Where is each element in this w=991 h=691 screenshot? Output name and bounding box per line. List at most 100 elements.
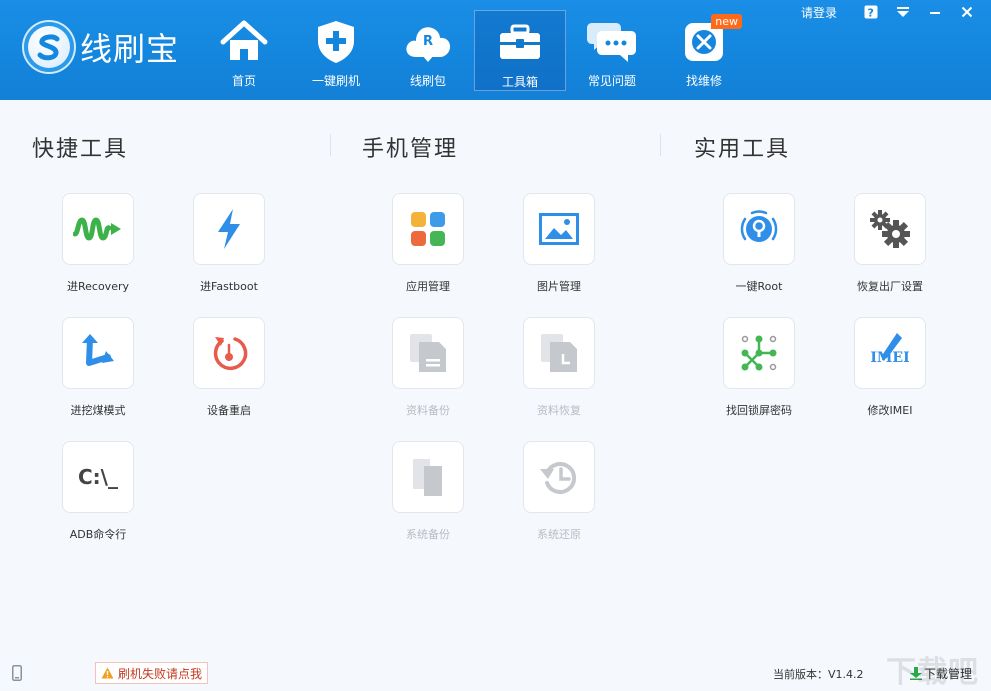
- nav-flash-package-label: 线刷包: [409, 74, 446, 88]
- nav-faq-label: 常见问题: [587, 74, 636, 88]
- tool-system-backup: 系统备份: [373, 441, 483, 551]
- nav-toolbox[interactable]: 工具箱: [474, 10, 566, 91]
- window-topbar: 请登录 ?: [801, 3, 983, 21]
- tool-box: [723, 317, 795, 389]
- image-icon: [539, 213, 579, 245]
- tool-recover-lock-password[interactable]: 找回锁屏密码: [704, 317, 814, 427]
- gears-icon: [870, 210, 910, 248]
- pattern-lock-icon: [741, 335, 777, 371]
- nav-find-repair-label: 找维修: [685, 74, 722, 88]
- lightning-icon: [218, 209, 240, 249]
- minimize-button[interactable]: [919, 3, 951, 21]
- tool-label: 进Recovery: [66, 280, 129, 293]
- tool-box: [193, 317, 265, 389]
- tool-label: 资料恢复: [537, 404, 581, 417]
- tool-enter-download-mode[interactable]: 进挖煤模式: [43, 317, 153, 427]
- tool-label: 修改IMEI: [867, 404, 913, 417]
- tool-enter-fastboot[interactable]: 进Fastboot: [174, 193, 284, 303]
- tool-box: [62, 193, 134, 265]
- tool-label: 系统备份: [406, 528, 450, 541]
- flash-fail-help-label: 刷机失败请点我: [118, 666, 203, 681]
- tool-label: ADB命令行: [69, 528, 127, 541]
- svg-text:R: R: [423, 34, 433, 49]
- help-button[interactable]: ?: [855, 3, 887, 21]
- tool-box: [523, 317, 595, 389]
- app-name: 线刷宝: [80, 30, 180, 68]
- tool-box: [523, 193, 595, 265]
- toolbox-icon: [494, 19, 546, 67]
- tool-label: 系统还原: [537, 528, 581, 541]
- tool-label: 进挖煤模式: [70, 404, 126, 417]
- tool-box: [854, 193, 926, 265]
- tool-factory-reset[interactable]: 恢复出厂设置: [835, 193, 945, 303]
- chat-bubbles-icon: [586, 18, 638, 66]
- nav-faq[interactable]: 常见问题: [566, 10, 658, 91]
- login-link[interactable]: 请登录: [801, 4, 837, 21]
- tool-label: 图片管理: [537, 280, 581, 293]
- tool-label: 一键Root: [735, 280, 783, 293]
- app-grid-icon: [411, 212, 445, 246]
- document-copy-icon: [410, 334, 446, 372]
- tool-data-restore: 资料恢复: [504, 317, 614, 427]
- pen-icon: [882, 333, 902, 360]
- menu-button[interactable]: [887, 3, 919, 21]
- new-badge: new: [711, 14, 742, 29]
- svg-text:?: ?: [868, 7, 874, 20]
- nav-one-click-flash-label: 一键刷机: [311, 74, 360, 88]
- tool-adb-command-line[interactable]: C:\_ ADB命令行: [43, 441, 153, 551]
- app-logo: 线刷宝: [24, 22, 179, 72]
- version-label: 当前版本：V1.4.2: [773, 668, 864, 681]
- section-title-quick-tools: 快捷工具: [32, 137, 129, 162]
- nav-home[interactable]: 首页: [198, 10, 290, 91]
- download-mode-arrow-icon: [82, 334, 114, 366]
- history-icon: [540, 462, 576, 494]
- system-copy-icon: [413, 459, 442, 496]
- tool-box: [193, 193, 265, 265]
- terminal-prompt-icon: C:\_: [78, 465, 118, 489]
- tool-photo-management[interactable]: 图片管理: [504, 193, 614, 303]
- tool-device-restart[interactable]: 设备重启: [174, 317, 284, 427]
- document-clock-icon: [541, 334, 577, 372]
- tool-one-click-root[interactable]: 一键Root: [704, 193, 814, 303]
- tool-box: [523, 441, 595, 513]
- tool-label: 设备重启: [207, 404, 251, 417]
- menu-dropdown-icon: [897, 7, 909, 17]
- tool-box: C:\_: [62, 441, 134, 513]
- flash-fail-help-button[interactable]: 刷机失败请点我: [95, 662, 209, 684]
- tool-box: [723, 193, 795, 265]
- toolbox-content: 快捷工具 手机管理 实用工具 进Recovery 进Fastboot 进挖煤模式…: [0, 100, 991, 656]
- tool-modify-imei[interactable]: IMEI 修改IMEI: [835, 317, 945, 427]
- tool-system-restore: 系统还原: [504, 441, 614, 551]
- tool-box: [62, 317, 134, 389]
- warning-icon: [101, 667, 114, 679]
- app-window: 线刷宝 首页 一键刷机 R 线刷包 工具箱 常见问题 找维修 new 请登录 ?…: [0, 0, 991, 691]
- section-title-utility-tools: 实用工具: [694, 137, 791, 162]
- tool-label: 资料备份: [406, 404, 450, 417]
- tool-label: 恢复出厂设置: [857, 280, 923, 293]
- section-title-phone-management: 手机管理: [362, 137, 459, 162]
- root-key-icon: [740, 210, 778, 242]
- header-bar: 线刷宝 首页 一键刷机 R 线刷包 工具箱 常见问题 找维修 new 请登录 ?: [0, 0, 991, 100]
- nav-find-repair[interactable]: 找维修 new: [658, 10, 750, 91]
- main-nav: 首页 一键刷机 R 线刷包 工具箱 常见问题 找维修 new: [198, 10, 750, 91]
- cloud-download-icon: R: [402, 18, 454, 66]
- watermark: 下载吧: [886, 655, 979, 690]
- nav-home-label: 首页: [231, 74, 256, 88]
- tool-label: 找回锁屏密码: [726, 404, 792, 417]
- shield-plus-icon: [310, 18, 362, 66]
- close-icon: [961, 6, 973, 18]
- nav-one-click-flash[interactable]: 一键刷机: [290, 10, 382, 91]
- section-divider: [660, 134, 661, 156]
- tool-app-management[interactable]: 应用管理: [373, 193, 483, 303]
- restart-icon: [213, 337, 248, 371]
- tool-enter-recovery[interactable]: 进Recovery: [43, 193, 153, 303]
- close-button[interactable]: [951, 3, 983, 21]
- tool-label: 进Fastboot: [200, 280, 258, 293]
- nav-flash-package[interactable]: R 线刷包: [382, 10, 474, 91]
- logo-s-icon: [24, 22, 74, 72]
- status-bar: 刷机失败请点我 当前版本：V1.4.2 下载管理 下载吧: [0, 655, 991, 691]
- tool-data-backup: 资料备份: [373, 317, 483, 427]
- tool-box: [392, 317, 464, 389]
- minimize-icon: [930, 12, 940, 14]
- tool-box: [392, 441, 464, 513]
